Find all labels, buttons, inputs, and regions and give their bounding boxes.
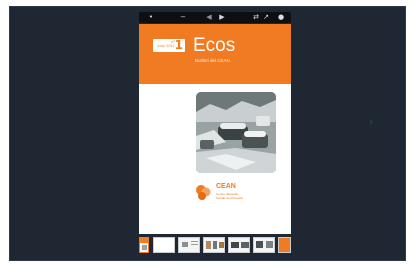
logo-name: CEAN — [216, 183, 236, 190]
thumbnail-page-4-5[interactable] — [178, 237, 200, 253]
cover-title: Ecos — [193, 35, 236, 56]
snowy-cars-photo — [196, 92, 276, 173]
logo-tagline-line2: Socials del Penedès — [216, 196, 244, 200]
issue-badge: nº Juny 2011 1 — [153, 39, 185, 52]
thumbnail-strip — [137, 235, 293, 255]
viewer-toolbar: • − ◀ ▶ ⇄ ↗ ● — [139, 12, 291, 23]
cover-header-band: nº Juny 2011 1 Ecos Butlletí del CEAN — [139, 24, 291, 84]
zoom-out-icon[interactable]: − — [179, 12, 187, 23]
toolbar-dot-icon: • — [148, 13, 154, 21]
thumbnail-cover[interactable] — [139, 237, 149, 253]
thumbnail-page-6-7[interactable] — [203, 237, 225, 253]
issue-label: nº Juny 2011 — [157, 40, 175, 48]
thumbnail-page-2-3[interactable] — [153, 237, 175, 253]
thumbnail-page-8-9[interactable] — [228, 237, 250, 253]
play-icon[interactable]: ▶ — [217, 12, 227, 23]
cean-logo-icon — [196, 185, 211, 200]
thumbnail-back-cover[interactable] — [278, 237, 291, 253]
cover-photo — [196, 92, 276, 173]
thumbnail-page-10-11[interactable] — [253, 237, 275, 253]
cover-subtitle: Butlletí del CEAN — [195, 58, 230, 63]
settings-icon[interactable]: ● — [276, 12, 286, 23]
next-page-arrow-icon[interactable]: › — [369, 116, 373, 127]
magazine-cover-page[interactable]: nº Juny 2011 1 Ecos Butlletí del CEAN CE… — [139, 24, 291, 234]
previous-page-icon[interactable]: ◀ — [205, 12, 213, 23]
share-icon[interactable]: ⇄ — [251, 12, 261, 23]
issue-number: 1 — [174, 38, 183, 52]
fullscreen-icon[interactable]: ↗ — [262, 12, 270, 23]
